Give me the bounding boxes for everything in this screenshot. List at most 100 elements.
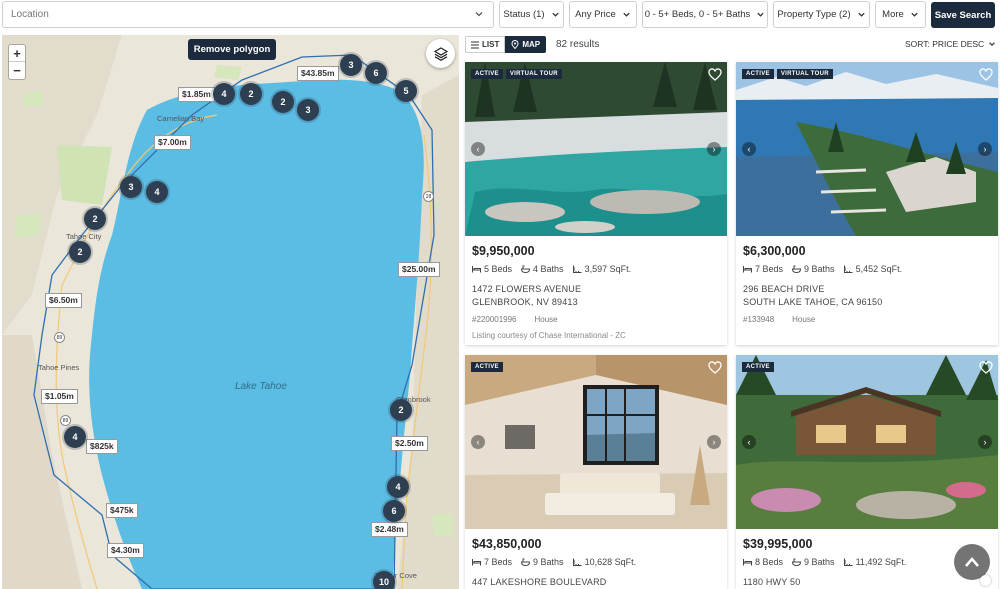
listing-beds: 8 Beds [743, 557, 783, 567]
map-price-marker[interactable]: $1.85m [178, 87, 215, 102]
chevron-left-icon: ‹ [476, 437, 480, 447]
next-photo-button[interactable]: › [978, 142, 992, 156]
filter-bar: Status (1) Any Price 0 - 5+ Beds, 0 - 5+… [0, 0, 1000, 30]
next-photo-button[interactable]: › [707, 435, 721, 449]
price-filter-button[interactable]: Any Price [569, 1, 637, 28]
status-badge: ACTIVE [742, 69, 774, 79]
listing-mls-number: #220001996 [472, 315, 517, 324]
bed-icon [743, 266, 752, 273]
chevron-up-icon [965, 557, 979, 567]
list-icon [471, 41, 479, 48]
bath-icon [521, 265, 531, 273]
map-price-marker[interactable]: $7.00m [154, 135, 191, 150]
listing-sqft: 10,628 SqFt. [572, 557, 636, 567]
map-cluster-marker[interactable]: 4 [387, 476, 409, 498]
chat-widget-icon[interactable] [980, 575, 991, 586]
heart-icon[interactable] [708, 68, 722, 82]
listing-beds-label: 8 Beds [755, 557, 784, 567]
map-price-marker[interactable]: $1.05m [41, 389, 78, 404]
map-cluster-marker[interactable]: 4 [213, 83, 235, 105]
map-cluster-marker[interactable]: 2 [84, 208, 106, 230]
map-price-marker[interactable]: $475k [106, 503, 138, 518]
zoom-in-button[interactable]: + [9, 45, 25, 62]
listing-beds-label: 7 Beds [755, 264, 784, 274]
location-input[interactable] [2, 1, 494, 28]
ruler-icon [572, 558, 582, 566]
listing-meta: #220001996 House [472, 315, 720, 324]
listing-baths: 9 Baths [521, 557, 564, 567]
listing-photo[interactable]: ACTIVE VIRTUAL TOUR ‹ › [465, 62, 727, 236]
bed-icon [472, 559, 481, 566]
map-view-button[interactable]: MAP [505, 36, 547, 53]
status-filter-button[interactable]: Status (1) [499, 1, 564, 28]
map-cluster-marker[interactable]: 2 [240, 83, 262, 105]
listing-address: 296 BEACH DRIVE SOUTH LAKE TAHOE, CA 961… [743, 283, 991, 309]
map-cluster-marker[interactable]: 4 [64, 426, 86, 448]
map-cluster-marker[interactable]: 4 [146, 181, 168, 203]
listing-card[interactable]: ACTIVE ‹ › $43,850,000 7 Beds 9 Baths 10… [465, 355, 727, 589]
listing-photo-image [465, 62, 727, 236]
beds-baths-filter-button[interactable]: 0 - 5+ Beds, 0 - 5+ Baths [642, 1, 768, 28]
heart-icon[interactable] [708, 361, 722, 375]
listing-city: GLENBROOK, NV 89413 [472, 297, 578, 307]
map-price-marker[interactable]: $2.50m [391, 436, 428, 451]
property-type-filter-button[interactable]: Property Type (2) [773, 1, 870, 28]
map-cluster-marker[interactable]: 3 [120, 176, 142, 198]
chevron-right-icon: › [712, 144, 716, 154]
map-price-marker[interactable]: $4.30m [107, 543, 144, 558]
remove-polygon-button[interactable]: Remove polygon [188, 39, 276, 60]
previous-photo-button[interactable]: ‹ [742, 142, 756, 156]
highway-shield: 89 [54, 332, 65, 343]
map-cluster-marker[interactable]: 6 [383, 500, 405, 522]
listing-photo[interactable]: ACTIVE ‹ › [465, 355, 727, 529]
highway-shield: 28 [423, 191, 434, 202]
next-photo-button[interactable]: › [978, 435, 992, 449]
chevron-down-icon [551, 12, 559, 17]
sort-dropdown[interactable]: SORT: PRICE DESC [905, 39, 996, 49]
listing-card[interactable]: ACTIVE VIRTUAL TOUR ‹ › $9,950,000 5 Bed… [465, 62, 727, 345]
map-price-marker[interactable]: $6.50m [45, 293, 82, 308]
map-price-marker[interactable]: $2.48m [371, 522, 408, 537]
map-panel[interactable]: Carnelian Bay Tahoe City Tahoe Pines Gle… [2, 35, 459, 589]
map-price-marker[interactable]: $825k [86, 439, 118, 454]
layers-button[interactable] [426, 39, 455, 68]
map-cluster-marker[interactable]: 3 [297, 99, 319, 121]
previous-photo-button[interactable]: ‹ [742, 435, 756, 449]
status-filter-label: Status (1) [503, 9, 545, 20]
map-cluster-marker[interactable]: 2 [272, 91, 294, 113]
listing-beds-label: 5 Beds [484, 264, 513, 274]
map-cluster-marker[interactable]: 5 [395, 80, 417, 102]
listing-baths-label: 9 Baths [533, 557, 564, 567]
chevron-right-icon: › [712, 437, 716, 447]
map-cluster-marker[interactable]: 2 [69, 241, 91, 263]
listing-price: $43,850,000 [472, 537, 542, 551]
heart-icon[interactable] [979, 68, 993, 82]
more-filters-button[interactable]: More [875, 1, 926, 28]
map-cluster-marker[interactable]: 3 [340, 54, 362, 76]
map-cluster-marker[interactable]: 10 [373, 571, 395, 589]
listing-card[interactable]: ACTIVE VIRTUAL TOUR ‹ › $6,300,000 7 Bed… [736, 62, 998, 345]
listing-info: $6,300,000 7 Beds 9 Baths 5,452 SqFt. 29… [736, 236, 998, 324]
list-view-label: LIST [482, 40, 500, 49]
save-search-button[interactable]: Save Search [931, 2, 995, 28]
heart-icon[interactable] [979, 361, 993, 375]
bath-icon [792, 265, 802, 273]
list-view-button[interactable]: LIST [465, 36, 506, 53]
chevron-right-icon: › [983, 437, 987, 447]
next-photo-button[interactable]: › [707, 142, 721, 156]
listing-type: House [534, 315, 558, 324]
listing-photo[interactable]: ACTIVE ‹ › [736, 355, 998, 529]
previous-photo-button[interactable]: ‹ [471, 435, 485, 449]
map-price-marker[interactable]: $43.85m [297, 66, 339, 81]
map-cluster-marker[interactable]: 2 [390, 399, 412, 421]
listing-photo[interactable]: ACTIVE VIRTUAL TOUR ‹ › [736, 62, 998, 236]
previous-photo-button[interactable]: ‹ [471, 142, 485, 156]
chevron-down-icon[interactable] [474, 9, 484, 19]
status-badge: ACTIVE [471, 69, 503, 79]
map-price-marker[interactable]: $25.00m [398, 262, 440, 277]
zoom-out-button[interactable]: − [9, 62, 25, 79]
listing-photo-image [736, 62, 998, 236]
virtual-tour-badge: VIRTUAL TOUR [776, 69, 833, 79]
listing-info: $43,850,000 7 Beds 9 Baths 10,628 SqFt. … [465, 529, 727, 589]
map-cluster-marker[interactable]: 6 [365, 62, 387, 84]
